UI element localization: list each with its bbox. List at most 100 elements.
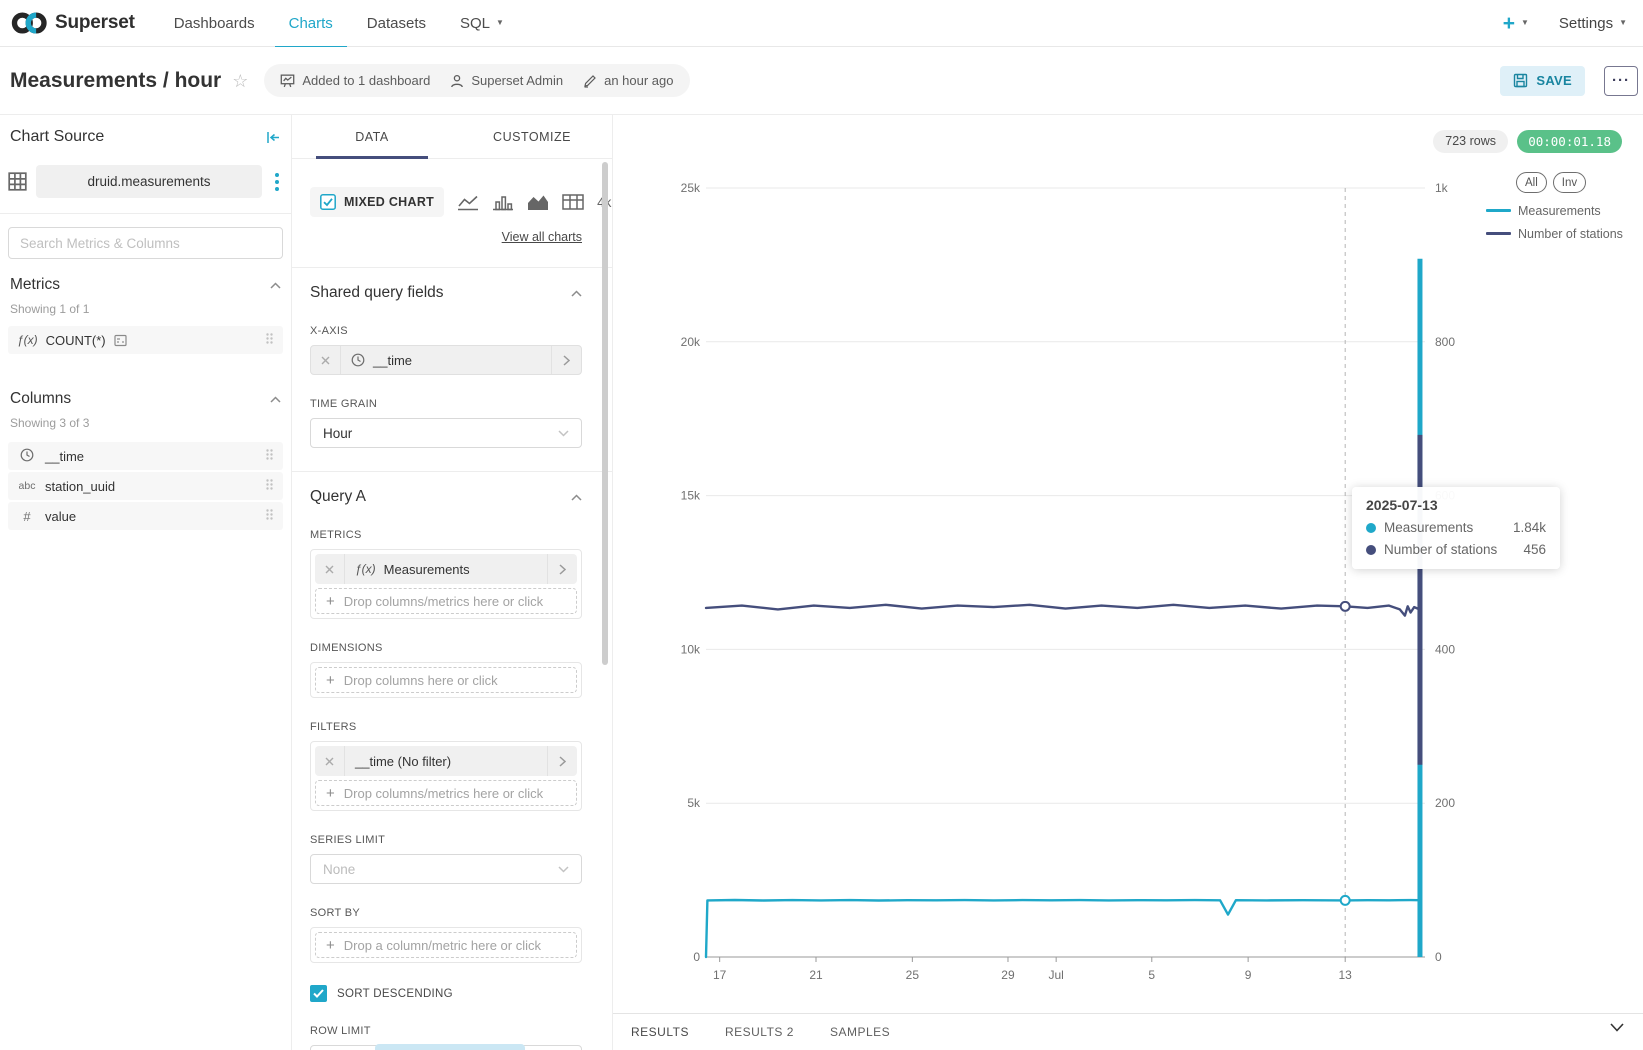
new-item-menu[interactable]: + ▼ — [1503, 13, 1529, 34]
chevron-up-icon — [571, 290, 582, 297]
number-type-icon: # — [17, 509, 37, 524]
metrics-section-header[interactable]: Metrics — [10, 276, 281, 294]
expand-control-icon[interactable] — [547, 554, 577, 584]
pencil-icon — [583, 74, 597, 88]
time-grain-select[interactable]: Hour — [310, 418, 582, 448]
navbar-right: + ▼ Settings ▼ — [1503, 13, 1627, 34]
legend-all-button[interactable]: All — [1516, 172, 1547, 193]
collapse-results-icon[interactable] — [1610, 1023, 1624, 1032]
metrics-dropzone[interactable]: + Drop columns/metrics here or click — [315, 588, 577, 614]
svg-text:10k: 10k — [681, 642, 701, 656]
tab-data[interactable]: DATA — [292, 115, 452, 158]
function-icon: ƒ(x) — [17, 333, 38, 347]
svg-text:5k: 5k — [687, 796, 701, 810]
chevron-down-icon: ▼ — [1521, 18, 1529, 27]
chevron-down-icon — [558, 866, 569, 873]
dimensions-label: DIMENSIONS — [310, 642, 582, 654]
favorite-star-icon[interactable]: ☆ — [232, 72, 248, 90]
remove-icon[interactable] — [315, 554, 345, 584]
plus-icon: + — [326, 594, 335, 609]
main-nav: Dashboards Charts Datasets SQL▼ — [157, 0, 521, 47]
chart-legend: Measurements Number of stations — [1486, 199, 1623, 245]
metrics-control: ƒ(x) Measurements + Drop columns/metrics… — [310, 549, 582, 619]
bar-chart-icon[interactable] — [492, 193, 514, 211]
drag-handle-icon[interactable] — [265, 508, 274, 524]
svg-text:800: 800 — [1435, 335, 1455, 349]
expand-control-icon[interactable] — [547, 746, 577, 776]
tab-samples[interactable]: SAMPLES — [830, 1025, 890, 1039]
dataset-options-icon[interactable] — [271, 169, 283, 195]
tab-results[interactable]: RESULTS — [631, 1025, 689, 1039]
viz-type-row: MIXED CHART 4k — [310, 187, 582, 217]
row-count-badge: 723 rows — [1433, 130, 1508, 153]
settings-menu[interactable]: Settings ▼ — [1559, 15, 1627, 32]
svg-text:15k: 15k — [681, 489, 701, 503]
drag-handle-icon[interactable] — [265, 448, 274, 464]
filters-dropzone[interactable]: + Drop columns/metrics here or click — [315, 780, 577, 806]
drag-handle-icon[interactable] — [265, 478, 274, 494]
nav-dashboards[interactable]: Dashboards — [157, 0, 272, 47]
filter-value[interactable]: __time (No filter) — [345, 746, 547, 776]
collapse-panel-icon[interactable] — [266, 130, 281, 145]
nav-sql[interactable]: SQL▼ — [443, 0, 521, 47]
line-chart-icon[interactable] — [457, 193, 479, 211]
table-icon[interactable] — [562, 193, 584, 211]
clock-icon — [351, 353, 365, 367]
legend-inv-button[interactable]: Inv — [1553, 172, 1586, 193]
tab-customize[interactable]: CUSTOMIZE — [452, 115, 612, 158]
svg-text:400: 400 — [1435, 642, 1455, 656]
x-axis-control: __time — [310, 345, 582, 375]
dashboards-meta[interactable]: Added to 1 dashboard — [280, 73, 430, 88]
superset-logo[interactable]: Superset — [10, 8, 135, 38]
view-all-charts-link[interactable]: View all charts — [310, 230, 582, 244]
brand-name: Superset — [55, 12, 135, 34]
expand-control-icon[interactable] — [551, 346, 581, 374]
series-limit-select[interactable]: None — [310, 854, 582, 884]
sort-descending-checkbox[interactable] — [310, 985, 327, 1002]
remove-icon[interactable] — [315, 746, 345, 776]
column-item-station-uuid[interactable]: abc station_uuid — [8, 472, 283, 500]
control-panel-scroll: MIXED CHART 4k View all charts Shared qu… — [292, 160, 612, 1050]
chevron-down-icon — [558, 430, 569, 437]
svg-text:21: 21 — [809, 968, 823, 982]
tab-results-2[interactable]: RESULTS 2 — [725, 1025, 794, 1039]
sort-by-label: SORT BY — [310, 907, 582, 919]
scrollbar-thumb[interactable] — [602, 162, 608, 665]
owner-meta: Superset Admin — [450, 73, 563, 88]
svg-text:0: 0 — [693, 950, 700, 964]
metric-value[interactable]: ƒ(x) Measurements — [345, 554, 547, 584]
plus-icon: + — [326, 673, 335, 688]
user-icon — [450, 74, 464, 88]
divider — [292, 471, 612, 472]
sort-by-dropzone[interactable]: + Drop a column/metric here or click — [315, 932, 577, 958]
nav-datasets[interactable]: Datasets — [350, 0, 443, 47]
save-button[interactable]: SAVE — [1500, 66, 1585, 96]
metric-item-count[interactable]: ƒ(x) COUNT(*) — [8, 326, 283, 354]
viz-type-selected[interactable]: MIXED CHART — [310, 187, 444, 217]
column-item-value[interactable]: # value — [8, 502, 283, 530]
chevron-down-icon: ▼ — [496, 18, 504, 27]
columns-section-header[interactable]: Columns — [10, 390, 281, 408]
more-actions-button[interactable]: ··· — [1604, 66, 1638, 96]
columns-showing-count: Showing 3 of 3 — [10, 416, 281, 430]
shared-query-fields-header[interactable]: Shared query fields — [310, 284, 582, 302]
svg-text:25k: 25k — [681, 181, 701, 195]
legend-item-stations[interactable]: Number of stations — [1486, 222, 1623, 245]
column-item-time[interactable]: __time — [8, 442, 283, 470]
dataset-name[interactable]: druid.measurements — [36, 165, 262, 198]
x-axis-value[interactable]: __time — [341, 346, 551, 374]
area-chart-icon[interactable] — [527, 193, 549, 211]
filter-pill: __time (No filter) — [315, 746, 577, 776]
tooltip-row-measurements: Measurements 1.84k — [1366, 520, 1546, 535]
drag-handle-icon[interactable] — [265, 332, 274, 348]
dimensions-dropzone[interactable]: + Drop columns here or click — [315, 667, 577, 693]
search-input[interactable] — [8, 227, 283, 259]
query-a-header[interactable]: Query A — [310, 488, 582, 506]
tooltip-date: 2025-07-13 — [1366, 497, 1546, 513]
remove-icon[interactable] — [311, 346, 341, 374]
control-panel-tabs: DATA CUSTOMIZE — [292, 115, 612, 159]
legend-item-measurements[interactable]: Measurements — [1486, 199, 1623, 222]
divider — [0, 213, 291, 214]
svg-text:20k: 20k — [681, 335, 701, 349]
nav-charts[interactable]: Charts — [272, 0, 350, 47]
